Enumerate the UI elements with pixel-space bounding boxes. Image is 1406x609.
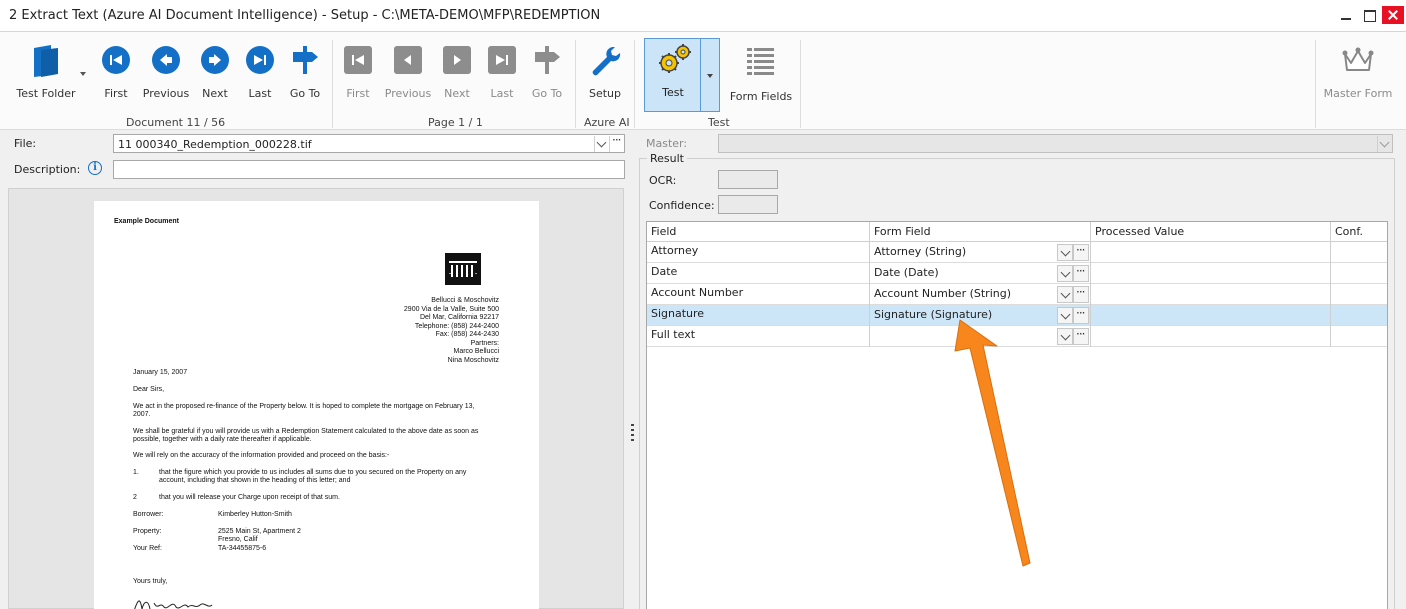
annotation-arrow (954, 319, 1031, 567)
